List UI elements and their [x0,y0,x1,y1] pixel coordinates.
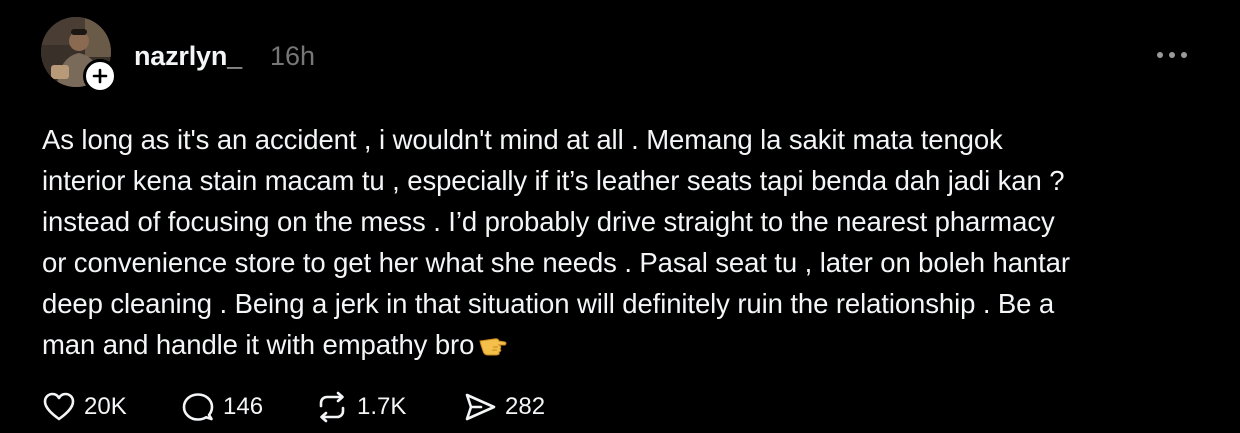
plus-icon [92,68,108,84]
repost-icon [319,391,345,423]
like-count: 20K [84,393,127,420]
post-body: As long as it's an accident , i wouldn't… [42,119,1222,370]
post-line: As long as it's an accident , i wouldn't… [42,124,1003,155]
post-line: instead of focusing on the mess . I’d pr… [42,206,1055,237]
post-line: interior kena stain macam tu , especiall… [42,165,1065,196]
post-time[interactable]: 16h [270,40,315,72]
thread-post: nazrlyn_ 16h As long as it's an accident… [0,0,1240,433]
comment-icon [182,393,214,421]
share-button[interactable]: 282 [463,390,545,424]
reply-count: 146 [223,393,264,420]
send-icon [465,393,496,421]
avatar-container[interactable] [41,17,117,93]
post-line: or convenience store to get her what she… [42,247,1070,278]
post-line: deep cleaning . Being a jerk in that sit… [42,288,1055,319]
like-button[interactable]: 20K [42,390,127,424]
heart-icon [43,392,75,421]
more-dots-icon [1157,52,1187,58]
reply-button[interactable]: 146 [181,390,263,424]
follow-button[interactable] [83,59,117,93]
repost-count: 1.7K [357,393,407,420]
repost-button[interactable]: 1.7K [315,390,406,424]
share-count: 282 [505,393,546,420]
post-line: man and handle it with empathy bro [42,329,475,360]
post-line-last: man and handle it with empathy bro [42,324,1222,370]
more-options-button[interactable] [1152,40,1192,70]
pointing-hand-emoji [478,329,508,370]
username[interactable]: nazrlyn_ [134,40,242,72]
